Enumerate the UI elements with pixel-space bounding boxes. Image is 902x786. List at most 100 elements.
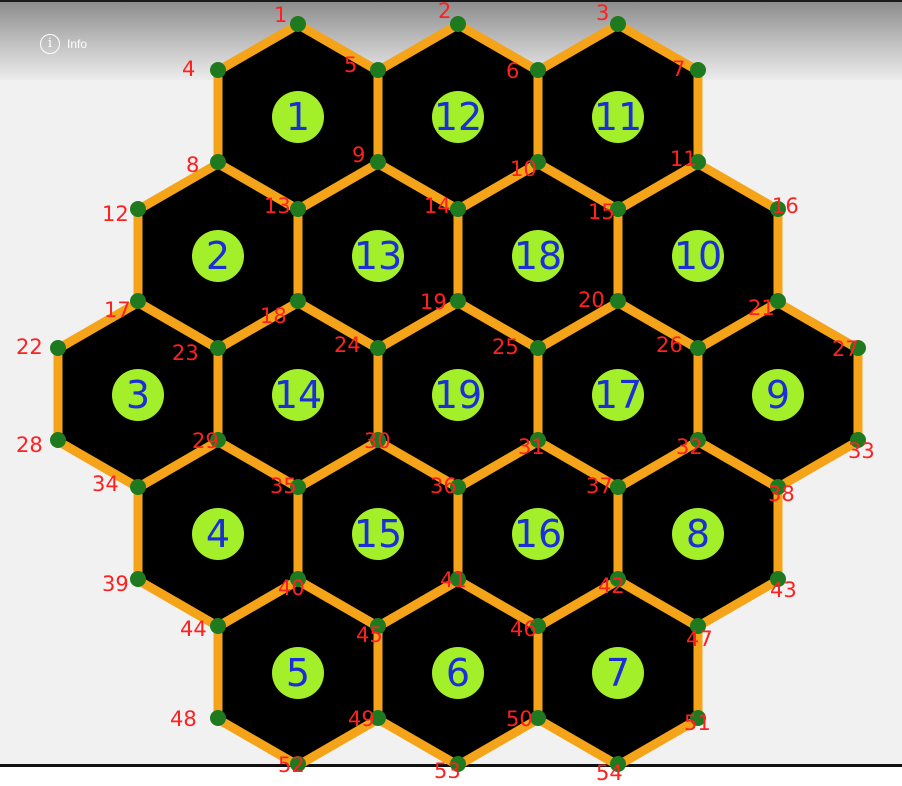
vertex-number-label: 43 <box>770 578 797 602</box>
board-vertex[interactable] <box>610 293 626 309</box>
tile-number-label: 17 <box>594 373 642 417</box>
board-vertex[interactable] <box>210 62 226 78</box>
vertex-number-label: 52 <box>278 753 305 777</box>
tile-number-label: 11 <box>594 95 642 139</box>
board-vertex[interactable] <box>290 201 306 217</box>
board-vertex[interactable] <box>610 16 626 32</box>
vertex-number-label: 38 <box>768 482 795 506</box>
vertex-number-label: 9 <box>352 143 365 167</box>
board-vertex[interactable] <box>450 201 466 217</box>
vertex-number-label: 41 <box>440 568 467 592</box>
tile-number-label: 8 <box>686 512 710 556</box>
vertex-number-label: 17 <box>104 298 131 322</box>
vertex-number-label: 49 <box>348 707 375 731</box>
info-button[interactable]: i Info <box>40 33 87 55</box>
vertex-number-label: 11 <box>670 147 697 171</box>
board-vertex[interactable] <box>210 618 226 634</box>
board-vertex[interactable] <box>130 293 146 309</box>
vertex-number-label: 13 <box>264 194 291 218</box>
board-vertex[interactable] <box>130 201 146 217</box>
vertex-number-label: 51 <box>684 711 711 735</box>
vertex-number-label: 12 <box>102 202 129 226</box>
vertex-number-label: 50 <box>506 707 533 731</box>
board-vertex[interactable] <box>130 571 146 587</box>
board-vertex[interactable] <box>450 293 466 309</box>
vertex-number-label: 42 <box>598 574 625 598</box>
tile-number-label: 15 <box>354 512 402 556</box>
hex-board: 1 12 112 13 18 103 14 19 17 94 15 16 85 6 7 1 2 34 5 6 78 91… <box>16 0 875 785</box>
vertex-number-label: 2 <box>438 0 451 23</box>
vertex-number-label: 3 <box>596 1 609 25</box>
vertex-number-label: 1 <box>274 3 287 27</box>
info-circle-icon: i <box>40 34 60 54</box>
info-label: Info <box>67 37 88 51</box>
board-vertex[interactable] <box>210 340 226 356</box>
vertex-number-label: 46 <box>510 617 537 641</box>
vertex-number-label: 14 <box>424 194 451 218</box>
tile-number-label: 18 <box>514 234 562 278</box>
vertex-number-label: 31 <box>518 435 545 459</box>
tile-number-label: 6 <box>446 651 470 695</box>
vertex-number-label: 36 <box>430 474 457 498</box>
vertex-number-label: 21 <box>748 296 775 320</box>
vertex-number-label: 18 <box>260 304 287 328</box>
vertex-number-label: 54 <box>596 761 623 785</box>
vertex-number-label: 22 <box>16 335 43 359</box>
board-vertex[interactable] <box>290 16 306 32</box>
tile-number-label: 12 <box>434 95 482 139</box>
vertex-number-label: 20 <box>578 288 605 312</box>
board-vertex[interactable] <box>370 154 386 170</box>
vertex-number-label: 35 <box>270 474 297 498</box>
board-vertex[interactable] <box>50 432 66 448</box>
tile-number-label: 16 <box>514 512 562 556</box>
vertex-number-label: 7 <box>672 57 685 81</box>
vertex-number-label: 19 <box>420 290 447 314</box>
vertex-number-label: 28 <box>16 433 43 457</box>
vertex-number-label: 53 <box>434 759 461 783</box>
vertex-number-label: 26 <box>656 333 683 357</box>
vertex-number-label: 44 <box>180 617 207 641</box>
board-vertex[interactable] <box>210 154 226 170</box>
vertex-number-label: 30 <box>364 429 391 453</box>
vertex-number-label: 5 <box>344 53 357 77</box>
tile-number-label: 2 <box>206 234 230 278</box>
board-vertex[interactable] <box>210 710 226 726</box>
board-vertex[interactable] <box>690 62 706 78</box>
board-vertex[interactable] <box>50 340 66 356</box>
vertex-number-label: 29 <box>192 429 219 453</box>
vertex-number-label: 8 <box>186 153 199 177</box>
tile-number-label: 19 <box>434 373 482 417</box>
tile-number-label: 3 <box>126 373 150 417</box>
board-vertex[interactable] <box>290 293 306 309</box>
board-vertex[interactable] <box>530 340 546 356</box>
tile-number-label: 7 <box>606 651 630 695</box>
vertex-number-label: 33 <box>848 439 875 463</box>
vertex-number-label: 6 <box>506 59 519 83</box>
tile-number-label: 14 <box>274 373 322 417</box>
vertex-number-label: 40 <box>278 576 305 600</box>
vertex-number-label: 24 <box>334 333 361 357</box>
tile-number-label: 13 <box>354 234 402 278</box>
board-vertex[interactable] <box>530 62 546 78</box>
board-vertex[interactable] <box>450 16 466 32</box>
vertex-number-label: 34 <box>92 472 119 496</box>
vertex-number-label: 47 <box>686 627 713 651</box>
board-vertex[interactable] <box>370 62 386 78</box>
vertex-number-label: 27 <box>832 337 859 361</box>
board-vertex[interactable] <box>690 340 706 356</box>
game-screen: 1 12 11 2 13 18 10 3 14 19 17 9 4 15 16 8 5 6 7 1234567891… <box>0 0 902 786</box>
tile-number-label: 10 <box>674 234 722 278</box>
tile-number-label: 4 <box>206 512 230 556</box>
vertex-number-label: 45 <box>356 623 383 647</box>
board-vertex[interactable] <box>130 479 146 495</box>
vertex-number-label: 15 <box>588 200 615 224</box>
board-vertex[interactable] <box>370 340 386 356</box>
vertex-number-label: 10 <box>510 157 537 181</box>
vertex-number-label: 16 <box>772 194 799 218</box>
vertex-number-label: 32 <box>676 435 703 459</box>
vertex-number-label: 48 <box>170 707 197 731</box>
tile-number-label: 5 <box>286 651 310 695</box>
vertex-number-label: 37 <box>586 474 613 498</box>
tile-number-label: 1 <box>286 95 310 139</box>
tile-number-label: 9 <box>766 373 790 417</box>
